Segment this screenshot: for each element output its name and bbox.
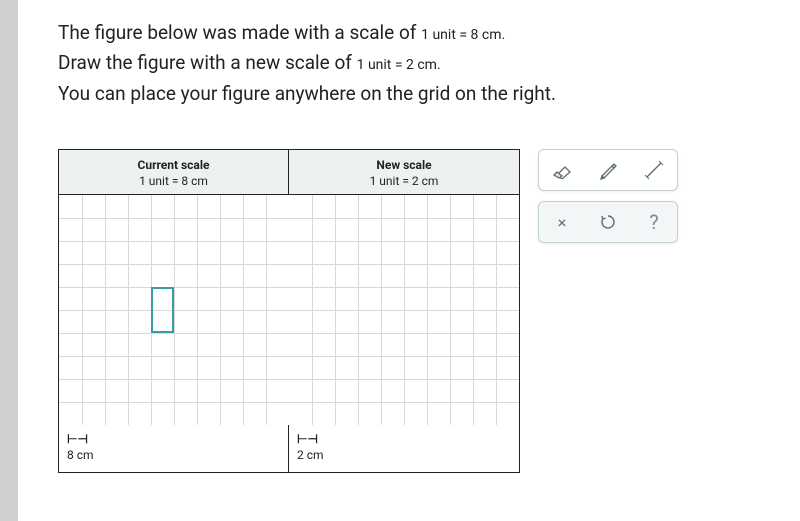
grids-container: Current scale 1 unit = 8 cm New scale 1 … xyxy=(58,149,520,473)
instructions: The figure below was made with a scale o… xyxy=(58,18,760,109)
tools-column: × ? xyxy=(538,149,678,243)
current-grid-panel: ⊢⊣ 8 cm xyxy=(59,195,289,472)
current-scale-header: Current scale 1 unit = 8 cm xyxy=(59,150,289,194)
new-grid-panel: ⊢⊣ 2 cm xyxy=(289,195,519,472)
new-scale-header: New scale 1 unit = 2 cm xyxy=(289,150,519,194)
new-footer-value: 2 cm xyxy=(297,448,324,462)
grids-header: Current scale 1 unit = 8 cm New scale 1 … xyxy=(59,150,519,195)
new-scale-unit: 1 unit = 2 cm xyxy=(293,174,515,188)
pencil-icon xyxy=(598,160,618,180)
instr-text: The figure below was made with a scale o… xyxy=(58,21,421,44)
new-grid-footer: ⊢⊣ 2 cm xyxy=(289,425,519,472)
eraser-tool[interactable] xyxy=(544,152,580,188)
grid-lines xyxy=(289,195,519,425)
eraser-icon xyxy=(551,161,573,179)
current-grid-footer: ⊢⊣ 8 cm xyxy=(59,425,288,472)
instr-text: Draw the figure with a new scale of xyxy=(58,51,357,74)
instr-val: = 8 cm. xyxy=(459,27,505,43)
instr-val: = 2 cm. xyxy=(395,57,441,73)
pencil-tool[interactable] xyxy=(590,152,626,188)
reset-icon xyxy=(599,213,617,231)
line-tool[interactable] xyxy=(636,152,672,188)
main-content: The figure below was made with a scale o… xyxy=(18,0,800,521)
page-margin-bar xyxy=(0,0,18,521)
drawing-tools-panel xyxy=(538,149,678,191)
close-icon: × xyxy=(558,213,567,232)
instr-unit: 1 unit xyxy=(421,27,459,43)
current-scale-unit: 1 unit = 8 cm xyxy=(63,174,284,188)
reset-button[interactable] xyxy=(590,204,626,240)
grids-body: ⊢⊣ 8 cm ⊢⊣ 2 cm xyxy=(59,195,519,472)
help-button[interactable]: ? xyxy=(636,204,672,240)
new-scale-title: New scale xyxy=(293,158,515,172)
current-scale-title: Current scale xyxy=(63,158,284,172)
current-footer-value: 8 cm xyxy=(67,448,94,462)
current-grid-surface xyxy=(59,195,289,425)
action-tools-panel: × ? xyxy=(538,201,678,243)
new-grid-surface[interactable] xyxy=(289,195,519,425)
figure-rectangle xyxy=(151,287,174,333)
instruction-line-3: You can place your figure anywhere on th… xyxy=(58,79,760,109)
unit-marker-icon: ⊢⊣ xyxy=(297,432,511,446)
help-icon: ? xyxy=(649,210,658,234)
work-area: Current scale 1 unit = 8 cm New scale 1 … xyxy=(58,149,760,473)
instruction-line-2: Draw the figure with a new scale of 1 un… xyxy=(58,48,760,78)
instruction-line-1: The figure below was made with a scale o… xyxy=(58,18,760,48)
close-button[interactable]: × xyxy=(544,204,580,240)
grid-lines xyxy=(59,195,289,425)
unit-marker-icon: ⊢⊣ xyxy=(67,432,280,446)
line-icon xyxy=(643,159,665,181)
instr-unit: 1 unit xyxy=(357,57,395,73)
